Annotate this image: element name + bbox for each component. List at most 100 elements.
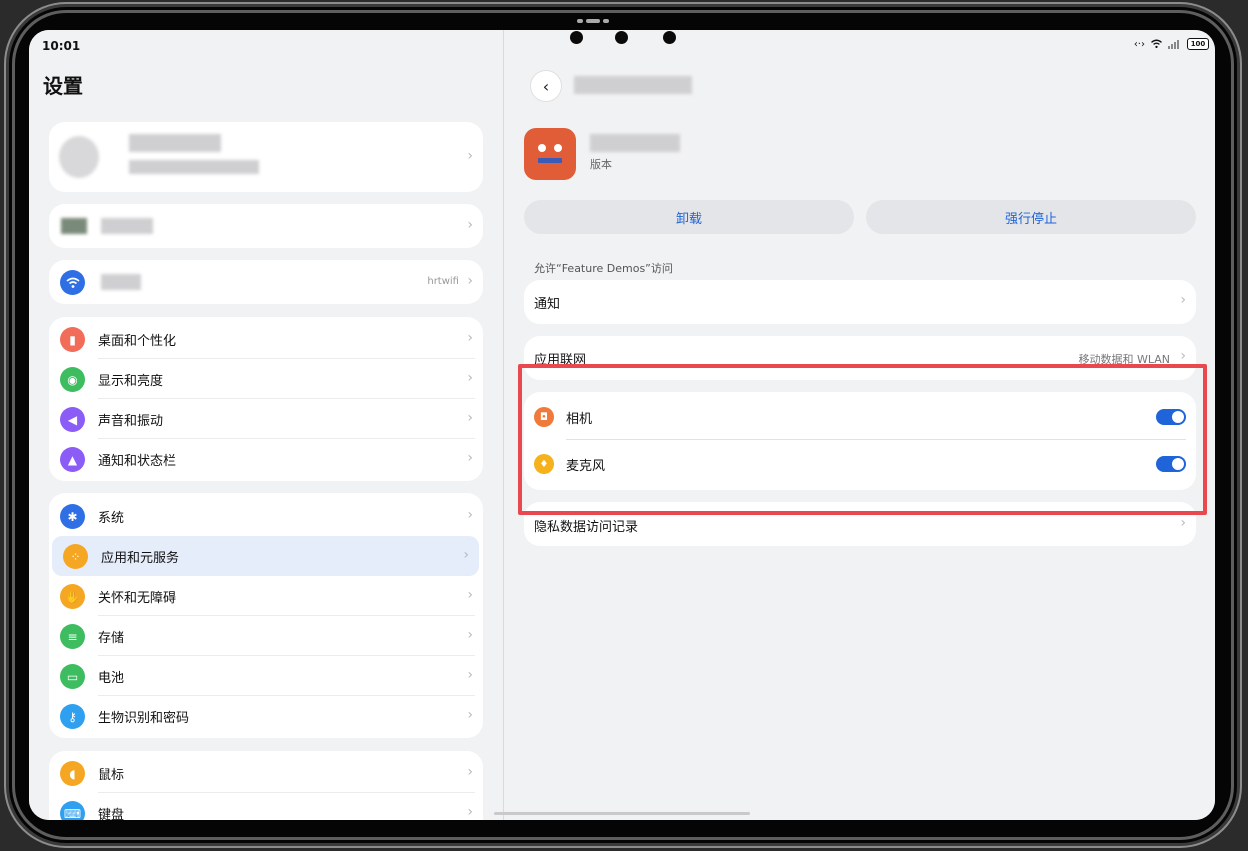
battery-icon: ▭: [60, 664, 85, 689]
eye-icon: ◉: [60, 367, 85, 392]
privacy-record-label: 隐私数据访问记录: [534, 520, 639, 535]
settings-item-accessibility[interactable]: ✋ 关怀和无障碍 ›: [49, 576, 483, 616]
chevron-right-icon: ›: [467, 217, 473, 233]
settings-item-label: 通知和状态栏: [98, 454, 177, 469]
chevron-right-icon: ›: [467, 507, 473, 523]
app-icon-mouth: [538, 158, 562, 163]
settings-item-label: 关怀和无障碍: [98, 591, 177, 606]
settings-item-label: 应用和元服务: [101, 551, 180, 566]
settings-pane: 10:01 设置 › › hrtwifi › ▮ 桌面和个性化 › ◉ 显示和亮…: [29, 30, 503, 820]
wlan-row[interactable]: hrtwifi ›: [49, 262, 483, 302]
uninstall-button[interactable]: 卸载: [524, 200, 854, 234]
settings-group-input: ◖ 鼠标 › ⌨ 键盘 ›: [49, 751, 483, 820]
chevron-right-icon: ›: [1180, 348, 1186, 364]
app-icon-eye: [538, 144, 546, 152]
settings-item-keyboard[interactable]: ⌨ 键盘 ›: [49, 793, 483, 820]
settings-item-label: 鼠标: [98, 768, 125, 783]
account-detail-blurred: [129, 160, 259, 174]
window-handle[interactable]: [577, 19, 609, 23]
back-button[interactable]: ‹: [530, 70, 562, 102]
settings-item-apps[interactable]: ⁘ 应用和元服务 ›: [52, 536, 479, 576]
handle-dot: [603, 19, 609, 23]
account-name-blurred: [129, 134, 221, 152]
chevron-right-icon: ›: [467, 587, 473, 603]
settings-item-mouse[interactable]: ◖ 鼠标 ›: [49, 753, 483, 793]
settings-item-label: 声音和振动: [98, 414, 164, 429]
data-transfer-icon: ‹·›: [1133, 38, 1145, 50]
chevron-right-icon: ›: [467, 627, 473, 643]
keyboard-icon: ⌨: [60, 801, 85, 820]
chevron-right-icon: ›: [463, 547, 469, 563]
wlan-card[interactable]: hrtwifi ›: [49, 260, 483, 304]
chevron-right-icon: ›: [467, 330, 473, 346]
settings-item-label: 生物识别和密码: [98, 711, 190, 726]
chevron-right-icon: ›: [467, 764, 473, 780]
app-name-blurred: [590, 134, 680, 152]
status-icons: ‹·› 100: [1134, 38, 1209, 50]
settings-item-label: 桌面和个性化: [98, 334, 177, 349]
settings-item-notifications[interactable]: ▲ 通知和状态栏 ›: [49, 439, 483, 479]
chevron-right-icon: ›: [467, 370, 473, 386]
storage-icon: ≡: [60, 624, 85, 649]
notification-label: 通知: [534, 297, 561, 312]
settings-item-label: 键盘: [98, 808, 125, 820]
chevron-right-icon: ›: [467, 804, 473, 820]
thumbnail-image: [61, 218, 87, 234]
settings-item-label: 存储: [98, 631, 125, 646]
status-time: 10:01: [42, 39, 81, 53]
settings-item-label: 电池: [98, 671, 125, 686]
camera-dot: [615, 31, 628, 44]
chevron-left-icon: ‹: [542, 76, 550, 96]
apps-grid-icon: ⁘: [63, 544, 88, 569]
settings-item-system[interactable]: ✱ 系统 ›: [49, 496, 483, 536]
wlan-value: hrtwifi: [427, 276, 459, 287]
app-icon-eye: [554, 144, 562, 152]
page-title: 设置: [43, 74, 83, 98]
chevron-right-icon: ›: [467, 273, 473, 289]
chevron-right-icon: ›: [467, 667, 473, 683]
avatar: [59, 136, 99, 178]
wlan-label-blurred: [101, 274, 141, 290]
settings-item-label: 显示和亮度: [98, 374, 164, 389]
chevron-right-icon: ›: [467, 148, 473, 164]
settings-item-sound[interactable]: ◀ 声音和振动 ›: [49, 399, 483, 439]
settings-item-biometrics[interactable]: ⚷ 生物识别和密码 ›: [49, 696, 483, 736]
settings-item-desktop[interactable]: ▮ 桌面和个性化 ›: [49, 319, 483, 359]
entry-label-blurred: [101, 218, 153, 234]
section-label-access: 允许“Feature Demos”访问: [534, 262, 673, 275]
paint-roller-icon: ▮: [60, 327, 85, 352]
handle-dot: [577, 19, 583, 23]
app-version: 版本: [590, 158, 612, 171]
chevron-right-icon: ›: [467, 450, 473, 466]
camera-dot: [663, 31, 676, 44]
app-title-blurred: [574, 76, 692, 94]
chevron-right-icon: ›: [467, 707, 473, 723]
handle-bar: [586, 19, 600, 23]
key-icon: ⚷: [60, 704, 85, 729]
camera-dot: [570, 31, 583, 44]
settings-item-display[interactable]: ◉ 显示和亮度 ›: [49, 359, 483, 399]
settings-group-personalization: ▮ 桌面和个性化 › ◉ 显示和亮度 › ◀ 声音和振动 › ▲ 通知和状态栏 …: [49, 317, 483, 481]
settings-item-storage[interactable]: ≡ 存储 ›: [49, 616, 483, 656]
hand-icon: ✋: [60, 584, 85, 609]
settings-group-system: ✱ 系统 › ⁘ 应用和元服务 › ✋ 关怀和无障碍 › ≡ 存储 › ▭ 电池…: [49, 493, 483, 738]
mouse-icon: ◖: [60, 761, 85, 786]
account-card[interactable]: ›: [49, 122, 483, 192]
signal-icon: [1168, 40, 1179, 49]
settings-item-battery[interactable]: ▭ 电池 ›: [49, 656, 483, 696]
highlight-box: [518, 364, 1207, 515]
speaker-icon: ◀: [60, 407, 85, 432]
bell-icon: ▲: [60, 447, 85, 472]
app-icon: [524, 128, 576, 180]
wifi-icon: [60, 270, 85, 295]
chevron-right-icon: ›: [467, 410, 473, 426]
home-indicator[interactable]: [494, 812, 750, 815]
blurred-entry-card[interactable]: ›: [49, 204, 483, 248]
wifi-status-icon: [1151, 39, 1162, 49]
chevron-right-icon: ›: [1180, 292, 1186, 308]
settings-item-label: 系统: [98, 511, 125, 526]
force-stop-button[interactable]: 强行停止: [866, 200, 1196, 234]
battery-status: 100: [1187, 38, 1209, 50]
chevron-right-icon: ›: [1180, 515, 1186, 531]
notification-row[interactable]: 通知 ›: [524, 280, 1196, 324]
